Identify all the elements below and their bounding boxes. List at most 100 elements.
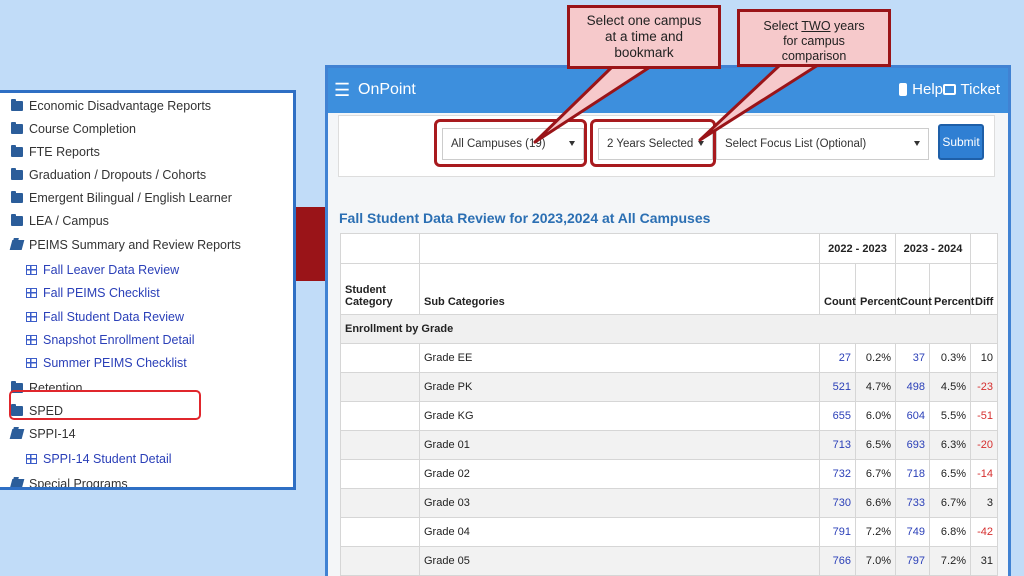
folder-icon: [11, 99, 23, 111]
focus-list-select[interactable]: Select Focus List (Optional): [716, 128, 929, 160]
menu-item-label: Graduation / Dropouts / Cohorts: [29, 168, 207, 182]
menu-item-label: Snapshot Enrollment Detail: [43, 333, 195, 347]
percent2-cell: 7.2%: [929, 546, 971, 576]
data-table: 2022 - 2023 2023 - 2024 Student Category…: [340, 233, 998, 576]
menu-item-label: Special Programs: [29, 477, 128, 490]
campus-highlight-box: [434, 119, 587, 167]
category-header-line: Category: [345, 296, 393, 308]
section-enrollment-by-grade: Enrollment by Grade: [340, 314, 998, 344]
student-category-header: Student Category: [340, 263, 420, 315]
diff-cell: -20: [970, 430, 998, 460]
menu-item[interactable]: SPPI-14 Student Detail: [26, 452, 172, 466]
report-menu-panel: Economic Disadvantage Reports Course Comp…: [0, 90, 296, 490]
count1-cell[interactable]: 732: [819, 459, 856, 489]
menu-item-label: Summer PEIMS Checklist: [43, 356, 187, 370]
menu-item[interactable]: Snapshot Enrollment Detail: [26, 333, 194, 347]
category-cell: [340, 401, 420, 431]
app-brand[interactable]: OnPoint: [358, 81, 416, 99]
count1-cell[interactable]: 713: [819, 430, 856, 460]
count2-cell[interactable]: 718: [895, 459, 930, 489]
diff-cell: 10: [970, 343, 998, 373]
count2-cell[interactable]: 604: [895, 401, 930, 431]
menu-item[interactable]: SPPI-14: [9, 427, 76, 441]
percent1-cell: 7.0%: [855, 546, 896, 576]
menu-item[interactable]: Fall Student Data Review: [26, 310, 184, 324]
folder-icon: [11, 168, 23, 180]
count1-cell[interactable]: 766: [819, 546, 856, 576]
percent2-cell: 6.7%: [929, 488, 971, 518]
ticket-icon: [942, 84, 956, 95]
diff-cell: -23: [970, 372, 998, 402]
header-blank: [419, 233, 820, 264]
years-callout-emphasis: TWO: [801, 19, 831, 33]
menu-item[interactable]: FTE Reports: [11, 145, 100, 159]
menu-item[interactable]: LEA / Campus: [11, 214, 109, 228]
diff-cell: -51: [970, 401, 998, 431]
menu-item-label: Fall Student Data Review: [43, 310, 185, 324]
hamburger-menu-icon[interactable]: ☰: [334, 80, 350, 101]
menu-item[interactable]: Emergent Bilingual / English Learner: [11, 191, 232, 205]
table-row: Grade 01 713 6.5% 693 6.3% -20: [340, 430, 998, 460]
category-cell: [340, 430, 420, 460]
grade-cell: Grade PK: [419, 372, 820, 402]
grade-cell: Grade 03: [419, 488, 820, 518]
percent2-cell: 5.5%: [929, 401, 971, 431]
ticket-link[interactable]: Ticket: [942, 81, 1000, 98]
percent1-cell: 7.2%: [855, 517, 896, 547]
years-callout-line: comparison: [781, 49, 847, 63]
count1-cell[interactable]: 27: [819, 343, 856, 373]
count2-cell[interactable]: 498: [895, 372, 930, 402]
percent1-header: Percent: [855, 263, 900, 315]
category-cell: [340, 343, 420, 373]
count1-cell[interactable]: 730: [819, 488, 856, 518]
table-row: Grade 04 791 7.2% 749 6.8% -42: [340, 517, 998, 547]
menu-item[interactable]: Summer PEIMS Checklist: [26, 356, 187, 370]
count1-cell[interactable]: 791: [819, 517, 856, 547]
count2-cell[interactable]: 749: [895, 517, 930, 547]
menu-item[interactable]: Fall PEIMS Checklist: [26, 286, 160, 300]
category-cell: [340, 488, 420, 518]
diff-cell: -42: [970, 517, 998, 547]
percent1-cell: 4.7%: [855, 372, 896, 402]
grade-cell: Grade EE: [419, 343, 820, 373]
grade-cell: Grade 01: [419, 430, 820, 460]
menu-item[interactable]: Course Completion: [11, 122, 136, 136]
percent1-cell: 6.5%: [855, 430, 896, 460]
menu-item-label: Course Completion: [29, 122, 136, 136]
count2-cell[interactable]: 733: [895, 488, 930, 518]
campus-callout-line: at a time and: [604, 29, 684, 44]
menu-item[interactable]: Graduation / Dropouts / Cohorts: [11, 168, 206, 182]
help-link[interactable]: Help: [899, 81, 943, 98]
submit-button[interactable]: Submit: [938, 124, 984, 160]
category-cell: [340, 546, 420, 576]
menu-item[interactable]: Special Programs: [9, 477, 128, 490]
folder-icon: [11, 145, 23, 157]
filter-bar: All Campuses (19) 2 Years Selected Selec…: [338, 115, 995, 177]
category-cell: [340, 517, 420, 547]
menu-item-label: SPPI-14 Student Detail: [43, 452, 172, 466]
table-row: Grade 05 766 7.0% 797 7.2% 31: [340, 546, 998, 576]
sub-categories-header: Sub Categories: [419, 263, 820, 315]
count1-cell[interactable]: 521: [819, 372, 856, 402]
chevron-down-icon: [914, 141, 920, 146]
count2-cell[interactable]: 693: [895, 430, 930, 460]
years-callout-post: years: [830, 19, 865, 33]
table-row: Grade KG 655 6.0% 604 5.5% -51: [340, 401, 998, 431]
menu-item[interactable]: Economic Disadvantage Reports: [11, 99, 211, 113]
report-title: Fall Student Data Review for 2023,2024 a…: [339, 210, 711, 226]
count1-cell[interactable]: 655: [819, 401, 856, 431]
focus-list-value: Select Focus List (Optional): [725, 138, 867, 150]
menu-item[interactable]: PEIMS Summary and Review Reports: [9, 238, 241, 252]
table-icon: [26, 265, 37, 275]
menu-item-label: Fall PEIMS Checklist: [43, 286, 160, 300]
years-highlight-box: [590, 119, 716, 167]
percent2-cell: 6.3%: [929, 430, 971, 460]
menu-item[interactable]: Fall Leaver Data Review: [26, 263, 179, 277]
category-cell: [340, 372, 420, 402]
selected-report-highlight: [9, 390, 201, 420]
percent1-cell: 0.2%: [855, 343, 896, 373]
menu-item-label: PEIMS Summary and Review Reports: [29, 238, 241, 252]
count2-cell[interactable]: 37: [895, 343, 930, 373]
folder-open-icon: [9, 429, 25, 439]
count2-cell[interactable]: 797: [895, 546, 930, 576]
